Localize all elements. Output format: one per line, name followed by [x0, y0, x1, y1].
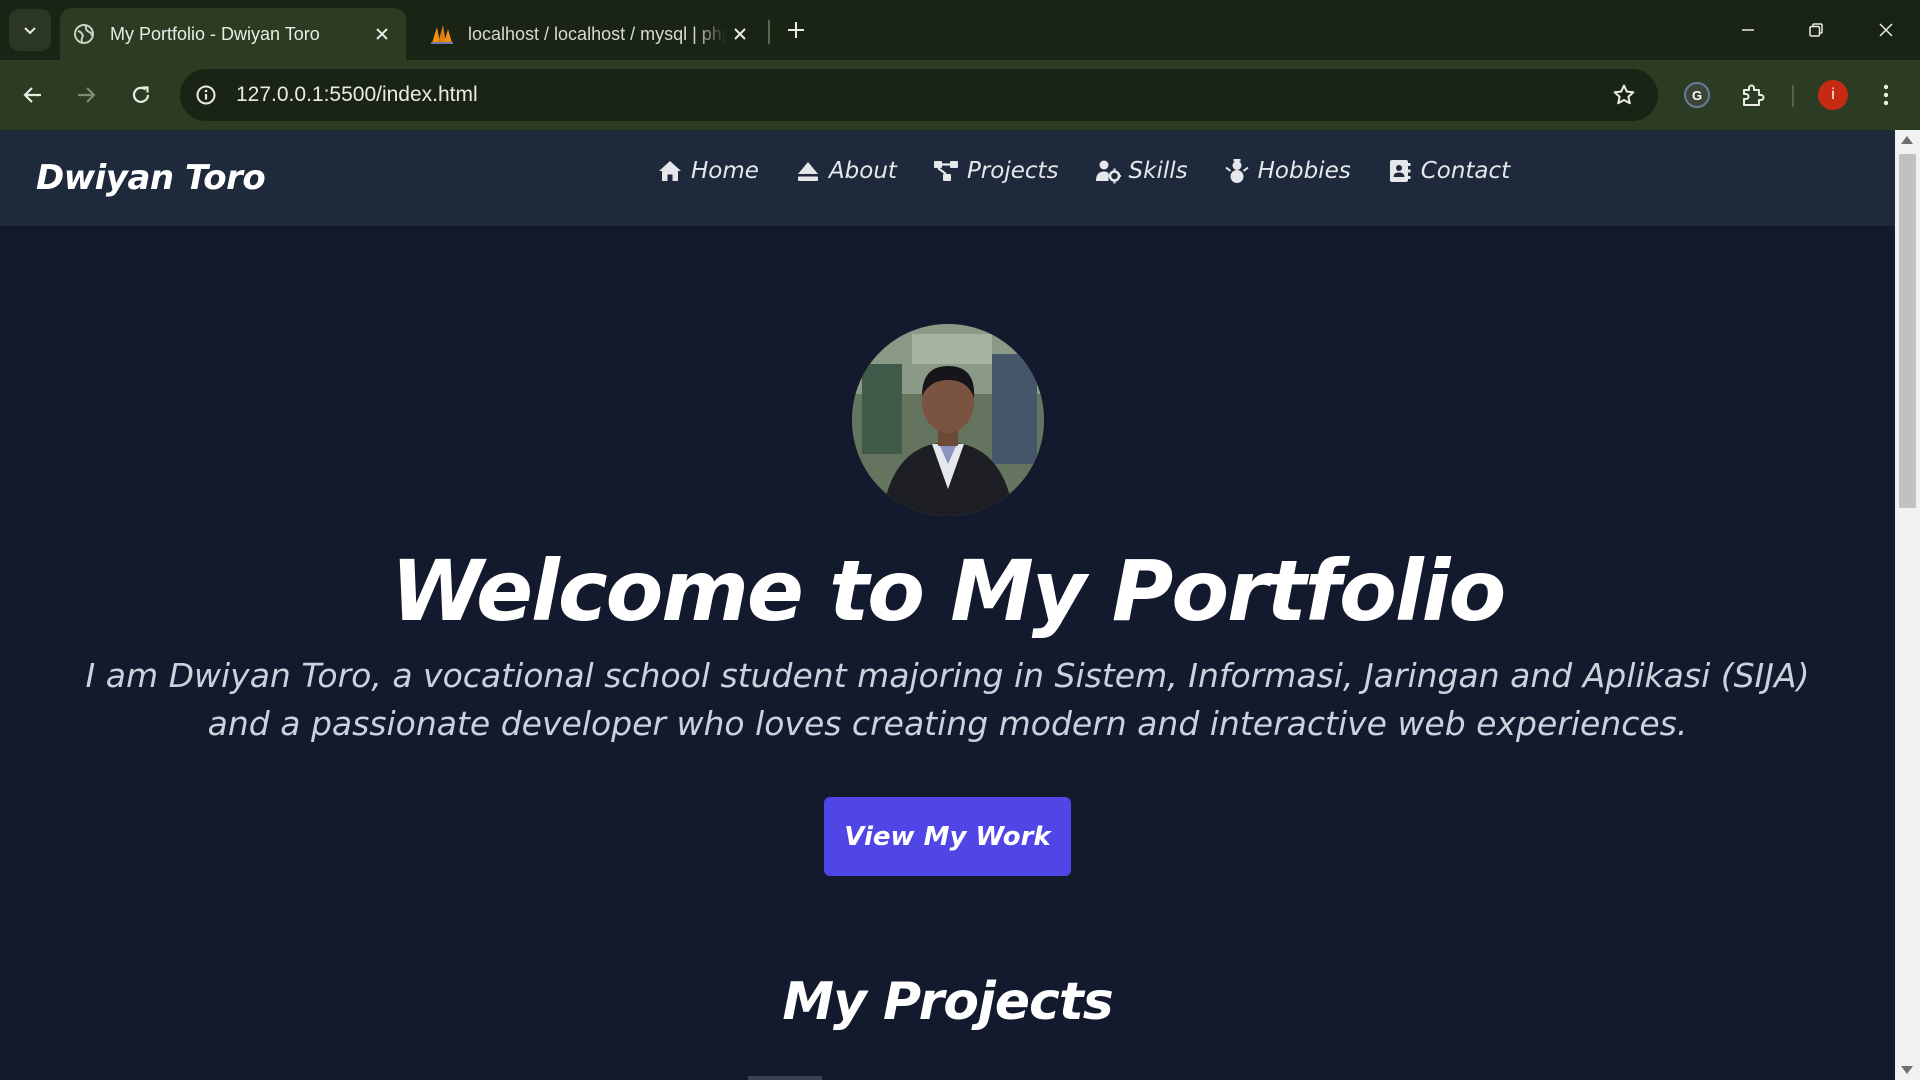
restore-icon [1809, 23, 1823, 37]
nav-link-hobbies[interactable]: Hobbies [1224, 158, 1351, 184]
nav-link-label: About [828, 158, 897, 184]
browser-menu-button[interactable] [1866, 75, 1906, 115]
extension-button[interactable]: G [1677, 75, 1717, 115]
nav-link-home[interactable]: Home [657, 158, 759, 184]
tab-divider [768, 20, 770, 44]
arrow-left-icon [23, 87, 41, 103]
arrow-right-icon [78, 87, 96, 103]
profile-photo [852, 324, 1044, 516]
tab-portfolio[interactable]: My Portfolio - Dwiyan Toro [60, 8, 406, 60]
close-window-button[interactable] [1866, 10, 1906, 50]
forward-button[interactable] [66, 75, 106, 115]
close-icon [1879, 23, 1893, 37]
toolbar-divider [1792, 85, 1794, 107]
nav-link-projects[interactable]: Projects [933, 158, 1059, 184]
projects-heading: My Projects [782, 972, 1113, 1032]
nav-link-label: Skills [1128, 158, 1188, 184]
hero-title: Welcome to My Portfolio [390, 542, 1506, 640]
site-menu: Home About Projects Skills Hobbies Conta… [657, 158, 1510, 184]
page-scrollbar[interactable] [1895, 130, 1920, 1080]
minimize-button[interactable] [1728, 10, 1768, 50]
address-bar[interactable]: 127.0.0.1:5500/index.html [180, 69, 1658, 121]
project-diagram-icon [933, 161, 958, 181]
reload-button[interactable] [121, 75, 161, 115]
nav-link-about[interactable]: About [795, 158, 897, 184]
tab-phpmyadmin[interactable]: localhost / localhost / mysql | phpMyAdm… [418, 8, 764, 60]
partial-element [748, 1076, 822, 1080]
kebab-menu-icon [1883, 84, 1889, 106]
scroll-down-icon[interactable] [1901, 1066, 1913, 1074]
page-viewport: Dwiyan Toro Home About Projects Skills H… [0, 130, 1895, 1080]
nav-link-skills[interactable]: Skills [1095, 158, 1188, 184]
back-button[interactable] [13, 75, 53, 115]
phpmyadmin-icon [430, 22, 454, 46]
url-text: 127.0.0.1:5500/index.html [236, 83, 478, 106]
snowman-icon [1224, 159, 1249, 183]
profile-button[interactable]: i [1813, 75, 1853, 115]
puzzle-icon [1743, 84, 1765, 106]
tab-title: My Portfolio - Dwiyan Toro [110, 23, 320, 44]
nav-link-label: Projects [966, 158, 1059, 184]
scrollbar-thumb[interactable] [1899, 154, 1916, 508]
tab-search-button[interactable] [9, 9, 51, 51]
avatar: i [1818, 80, 1848, 110]
nav-link-label: Contact [1420, 158, 1511, 184]
site-info-icon[interactable] [186, 75, 226, 115]
restore-button[interactable] [1796, 10, 1836, 50]
hero-subtitle: I am Dwiyan Toro, a vocational school st… [85, 656, 1810, 743]
new-tab-button[interactable] [780, 14, 812, 46]
globe-icon [72, 22, 96, 46]
address-book-icon [1389, 160, 1411, 182]
nav-link-contact[interactable]: Contact [1387, 158, 1510, 184]
chevron-down-icon [24, 27, 36, 35]
nav-link-label: Hobbies [1257, 158, 1351, 184]
bookmark-star-icon[interactable] [1604, 75, 1644, 115]
home-icon [659, 161, 681, 181]
browser-toolbar: 127.0.0.1:5500/index.html G i [0, 60, 1920, 130]
plus-icon [788, 22, 804, 38]
user-gear-icon [1095, 160, 1121, 184]
grammar-extension-icon: G [1684, 82, 1710, 108]
site-brand[interactable]: Dwiyan Toro [36, 158, 266, 198]
scroll-up-icon[interactable] [1901, 136, 1913, 144]
minimize-icon [1742, 29, 1754, 31]
browser-tab-bar: My Portfolio - Dwiyan Toro localhost / l… [0, 0, 1920, 60]
close-tab-icon[interactable] [726, 20, 754, 48]
view-my-work-button[interactable]: View My Work [824, 797, 1071, 876]
nav-link-label: Home [691, 158, 759, 184]
reload-icon [132, 86, 150, 103]
site-navbar: Dwiyan Toro Home About Projects Skills H… [0, 130, 1895, 226]
eject-icon [797, 162, 818, 181]
tab-title: localhost / localhost / mysql | phpMyAdm… [468, 23, 726, 44]
extensions-menu-button[interactable] [1733, 75, 1773, 115]
close-tab-icon[interactable] [368, 20, 396, 48]
profile-photo-image [852, 324, 1044, 516]
